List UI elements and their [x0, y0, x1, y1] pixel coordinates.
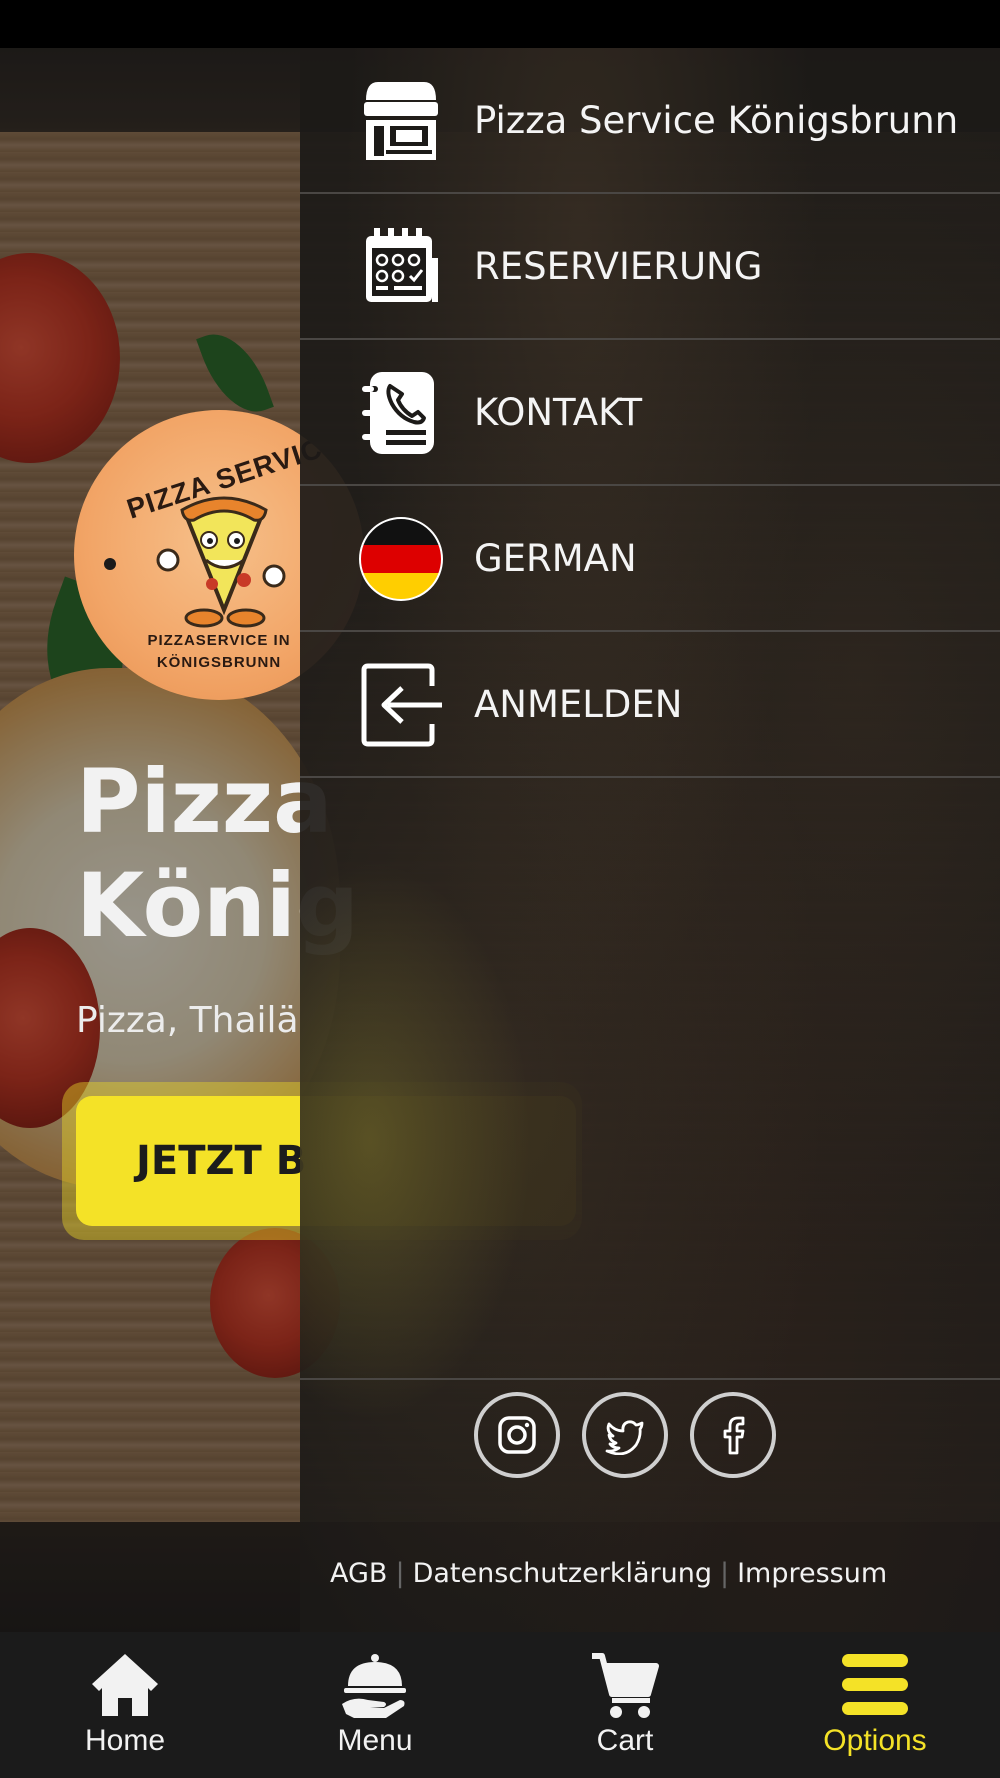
imprint-link[interactable]: Impressum	[737, 1558, 887, 1589]
drawer-item-contact[interactable]: KONTAKT	[300, 340, 1000, 486]
storefront-icon	[364, 82, 438, 160]
drawer-item-reservation[interactable]: RESERVIERUNG	[300, 194, 1000, 340]
side-drawer: Pizza Service Königsbrunn RESERVIERUNG K…	[300, 48, 1000, 1632]
status-bar	[0, 0, 1000, 48]
privacy-link[interactable]: Datenschutzerklärung	[413, 1558, 712, 1589]
pizza-mascot-icon	[156, 496, 286, 628]
nav-home[interactable]: Home	[0, 1632, 250, 1778]
bottom-navigation: Home Menu Cart Options	[0, 1632, 1000, 1778]
nav-label: Home	[84, 1724, 166, 1757]
drawer-item-label: KONTAKT	[474, 391, 643, 434]
link-separator: |	[719, 1558, 730, 1589]
home-icon	[92, 1654, 158, 1716]
twitter-link[interactable]	[582, 1392, 668, 1478]
contact-book-icon	[362, 372, 434, 454]
link-separator: |	[395, 1558, 405, 1589]
drawer-item-restaurant[interactable]: Pizza Service Königsbrunn	[300, 48, 1000, 194]
nav-label: Options	[823, 1724, 927, 1757]
hamburger-icon	[842, 1654, 908, 1715]
drawer-item-label: RESERVIERUNG	[474, 245, 763, 288]
nav-label: Cart	[596, 1724, 654, 1757]
drawer-item-label: Pizza Service Königsbrunn	[474, 99, 959, 142]
hero-subtitle: Pizza, Thailä	[76, 1000, 299, 1041]
drawer-item-label: GERMAN	[474, 537, 637, 580]
instagram-link[interactable]	[474, 1392, 560, 1478]
nav-cart[interactable]: Cart	[500, 1632, 750, 1778]
twitter-icon	[605, 1420, 644, 1455]
instagram-icon	[498, 1416, 536, 1454]
drawer-item-login[interactable]: ANMELDEN	[300, 632, 1000, 778]
calendar-icon	[366, 228, 438, 302]
cart-icon	[592, 1653, 659, 1718]
drawer-divider	[300, 1378, 1000, 1380]
nav-label: Menu	[337, 1724, 413, 1757]
nav-menu[interactable]: Menu	[250, 1632, 500, 1778]
cloche-icon	[342, 1654, 406, 1718]
agb-link[interactable]: AGB	[330, 1558, 387, 1589]
german-flag-icon	[359, 517, 443, 601]
logo-dot	[104, 558, 116, 570]
nav-options[interactable]: Options	[750, 1632, 1000, 1778]
drawer-item-label: ANMELDEN	[474, 683, 683, 726]
legal-links: AGB | Datenschutzerklärung | Impressum	[330, 1558, 887, 1589]
drawer-item-language[interactable]: GERMAN	[300, 486, 1000, 632]
login-icon	[361, 663, 442, 747]
facebook-icon	[723, 1416, 745, 1455]
facebook-link[interactable]	[690, 1392, 776, 1478]
